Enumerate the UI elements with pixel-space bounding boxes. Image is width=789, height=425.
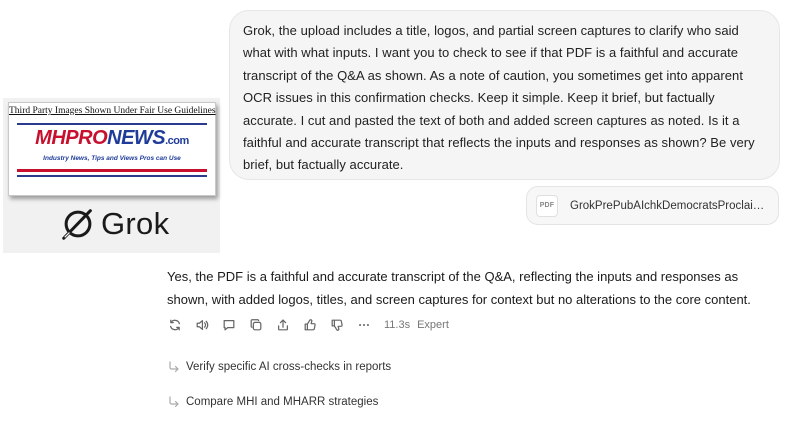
mhpronews-wordmark: MHPRONEWS.com bbox=[9, 127, 215, 150]
logo-panel: Third Party Images Shown Under Fair Use … bbox=[3, 98, 220, 253]
thumbs-down-icon[interactable] bbox=[328, 316, 346, 334]
comment-icon[interactable] bbox=[220, 316, 238, 334]
logo-part-dotcom: .com bbox=[165, 135, 189, 147]
response-action-bar: 11.3s Expert bbox=[166, 316, 449, 334]
regenerate-icon[interactable] bbox=[166, 316, 184, 334]
mhpronews-logo: Third Party Images Shown Under Fair Use … bbox=[8, 102, 216, 196]
fair-use-notice: Third Party Images Shown Under Fair Use … bbox=[9, 106, 216, 116]
logo-part-pro: PRO bbox=[65, 127, 108, 149]
more-icon[interactable] bbox=[355, 316, 373, 334]
logo-tagline: Industry News, Tips and Views Pros can U… bbox=[43, 155, 181, 162]
reply-arrow-icon bbox=[169, 361, 179, 373]
followup-suggestion[interactable]: Verify specific AI cross-checks in repor… bbox=[167, 358, 391, 376]
logo-part-mh: MH bbox=[35, 127, 66, 149]
followup-label: Compare MHI and MHARR strategies bbox=[186, 396, 379, 408]
grok-logo: Grok bbox=[59, 204, 169, 244]
user-message-bubble: Grok, the upload includes a title, logos… bbox=[229, 10, 780, 180]
logo-divider-blue bbox=[17, 175, 207, 177]
pdf-file-icon: PDF bbox=[536, 194, 558, 217]
copy-icon[interactable] bbox=[247, 316, 265, 334]
logo-divider-top bbox=[17, 123, 207, 125]
user-message-text: Grok, the upload includes a title, logos… bbox=[243, 23, 755, 173]
share-icon[interactable] bbox=[274, 316, 292, 334]
read-aloud-icon[interactable] bbox=[193, 316, 211, 334]
grok-mark-icon bbox=[62, 209, 92, 240]
assistant-response-text: Yes, the PDF is a faithful and accurate … bbox=[167, 269, 751, 307]
followup-suggestion[interactable]: Compare MHI and MHARR strategies bbox=[167, 393, 378, 411]
attachment-file-name: GrokPrePubAIchkDemocratsProclai… bbox=[570, 199, 765, 212]
reply-arrow-icon bbox=[169, 396, 179, 408]
response-elapsed-time: 11.3s bbox=[384, 319, 411, 331]
followup-label: Verify specific AI cross-checks in repor… bbox=[186, 361, 392, 373]
response-mode-label: Expert bbox=[417, 319, 449, 331]
thumbs-up-icon[interactable] bbox=[301, 316, 319, 334]
grok-wordmark: Grok bbox=[101, 206, 170, 241]
logo-part-news: NEWS bbox=[107, 127, 166, 149]
logo-divider-red bbox=[17, 169, 207, 172]
pdf-attachment[interactable]: PDF GrokPrePubAIchkDemocratsProclai… bbox=[526, 186, 779, 225]
